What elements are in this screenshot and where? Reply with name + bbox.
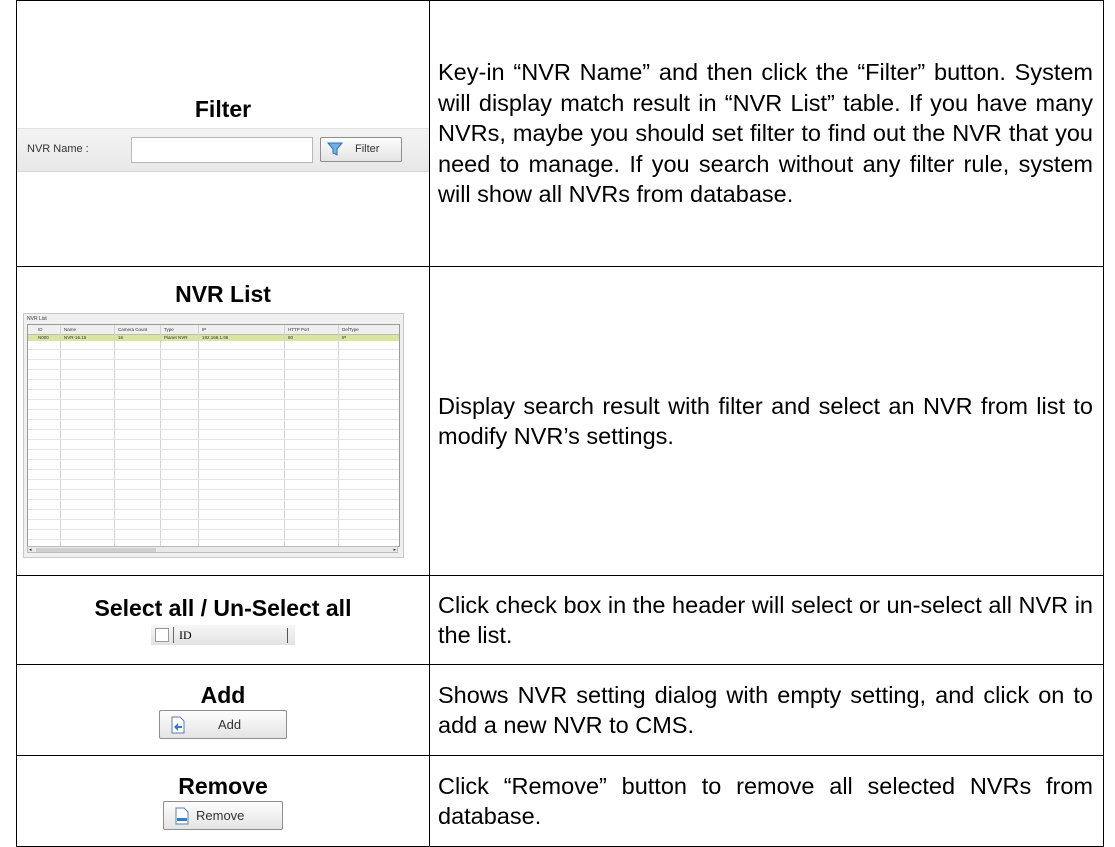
header-divider — [287, 628, 288, 643]
filter-funnel-icon — [327, 142, 343, 156]
row-divider — [28, 478, 399, 480]
scroll-right-icon[interactable]: ▸ — [393, 547, 396, 553]
remove-button-wrap: Remove — [163, 800, 283, 830]
table-row-remove: Remove Remove Click “Remove” button to r… — [16, 755, 1104, 847]
row-divider — [28, 538, 399, 540]
row-divider — [28, 468, 399, 470]
filter-bar: NVR Name : Filter — [17, 127, 429, 172]
list-header-sample: ID — [151, 625, 295, 645]
add-button-label: Add — [218, 716, 242, 732]
feature-table: Filter NVR Name : Filter Key-in “NVR Nam… — [16, 0, 1104, 847]
nvr-list-grid[interactable]: ID Name Camera Count Type IP HTTP Port D… — [27, 323, 400, 547]
horizontal-scrollbar[interactable]: ◂ ▸ — [27, 545, 398, 553]
row-divider — [28, 408, 399, 410]
row-divider — [28, 448, 399, 450]
table-row-nvr-list: NVR List NVR List ID Name Camera Count T… — [16, 266, 1104, 576]
add-document-icon — [171, 716, 185, 733]
table-row-add: Add Add Shows NVR setting dialog with em… — [16, 664, 1104, 756]
nvr-list-heading: NVR List — [175, 280, 271, 307]
nvr-name-label: NVR Name : — [27, 142, 89, 155]
row-divider — [28, 458, 399, 460]
add-button-wrap: Add — [159, 709, 287, 739]
header-divider — [173, 627, 174, 643]
remove-cell: Remove Remove — [16, 755, 430, 847]
row-divider — [28, 398, 399, 400]
row-cell: 80 — [288, 334, 294, 340]
row-divider — [28, 348, 399, 350]
add-heading: Add — [200, 681, 246, 708]
row-cell: NVR-16.15 — [64, 334, 87, 340]
column-header[interactable]: Camera Count — [118, 327, 147, 332]
row-divider — [28, 418, 399, 420]
scrollbar-thumb[interactable] — [36, 547, 156, 552]
row-cell: 16 — [118, 334, 124, 340]
add-description: Shows NVR setting dialog with empty sett… — [429, 664, 1104, 756]
row-divider — [28, 378, 399, 380]
row-cell: IP — [342, 334, 347, 340]
nvr-list-cell: NVR List NVR List ID Name Camera Count T… — [16, 266, 430, 576]
column-header[interactable]: Type — [164, 327, 174, 332]
id-column-header[interactable]: ID — [179, 628, 192, 643]
row-cell: 192.168.1.96 — [202, 334, 229, 340]
select-all-checkbox[interactable] — [155, 628, 169, 642]
row-divider — [28, 428, 399, 430]
row-cell: N000 — [38, 334, 49, 340]
row-divider — [28, 488, 399, 490]
add-cell: Add Add — [16, 664, 430, 756]
column-header[interactable]: Name — [64, 327, 76, 332]
column-header[interactable]: IP — [202, 327, 206, 332]
row-divider — [28, 528, 399, 530]
nvr-list-description: Display search result with filter and se… — [429, 266, 1104, 576]
add-button[interactable]: Add — [159, 709, 287, 739]
nvr-list-caption: NVR List — [27, 315, 47, 322]
remove-description: Click “Remove” button to remove all sele… — [429, 755, 1104, 847]
column-header[interactable]: ID — [38, 327, 43, 332]
table-row-filter: Filter NVR Name : Filter Key-in “NVR Nam… — [16, 0, 1104, 267]
table-row-select-all: Select all / Un-Select all ID Click chec… — [16, 575, 1104, 665]
filter-description: Key-in “NVR Name” and then click the “Fi… — [429, 0, 1104, 267]
row-divider — [28, 518, 399, 520]
remove-button[interactable]: Remove — [163, 800, 283, 830]
filter-button-label: Filter — [355, 142, 380, 155]
row-divider — [28, 358, 399, 360]
nvr-list-panel: NVR List ID Name Camera Count Type IP HT… — [23, 312, 404, 558]
row-divider — [28, 388, 399, 390]
remove-document-icon — [175, 807, 189, 824]
select-all-description: Click check box in the header will selec… — [429, 575, 1104, 665]
row-divider — [28, 438, 399, 440]
nvr-name-input[interactable] — [131, 136, 313, 163]
filter-heading: Filter — [194, 95, 252, 122]
column-header[interactable]: HTTP Port — [288, 327, 309, 332]
filter-button[interactable]: Filter — [320, 136, 402, 162]
column-header[interactable]: DefType — [342, 327, 359, 332]
remove-heading: Remove — [178, 772, 268, 799]
row-divider — [28, 498, 399, 500]
row-divider — [28, 368, 399, 370]
select-all-heading: Select all / Un-Select all — [94, 595, 352, 621]
filter-cell: Filter NVR Name : Filter — [16, 0, 430, 267]
row-divider — [28, 508, 399, 510]
select-all-cell: Select all / Un-Select all ID — [16, 575, 430, 665]
row-cell: Planet NVR — [164, 334, 188, 340]
remove-button-label: Remove — [196, 807, 245, 823]
scroll-left-icon[interactable]: ◂ — [29, 547, 32, 553]
